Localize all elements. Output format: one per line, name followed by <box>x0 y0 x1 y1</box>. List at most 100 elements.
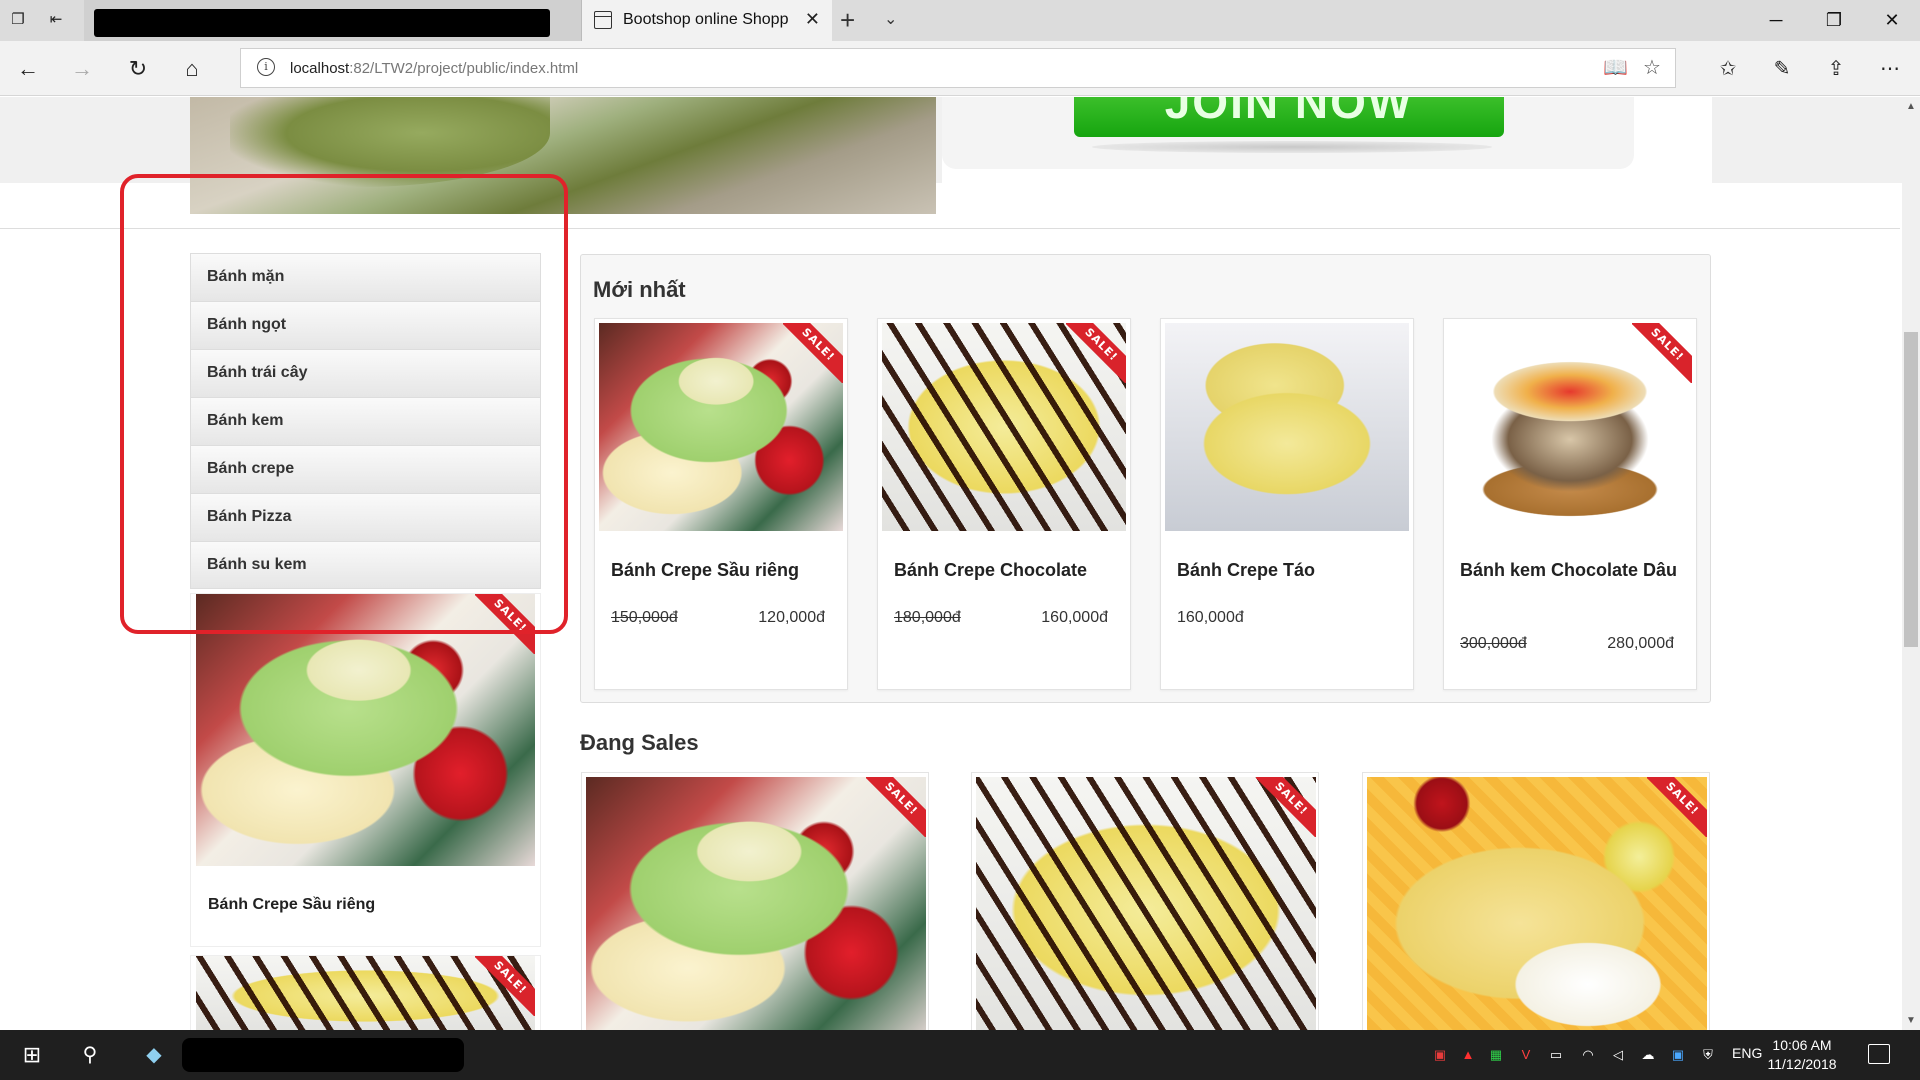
sale-badge: SALE! <box>866 777 926 837</box>
sale-badge: SALE! <box>1256 777 1316 837</box>
search-icon[interactable]: ⚲ <box>70 1030 110 1080</box>
product-image[interactable]: SALE! <box>882 323 1126 531</box>
home-icon[interactable]: ⌂ <box>176 53 208 85</box>
product-card[interactable]: SALE! Bánh Crepe Chocolate 180,000đ 160,… <box>877 318 1131 690</box>
battery-icon[interactable]: ▭ <box>1546 1045 1566 1065</box>
tab-localhost[interactable]: localhost <box>84 0 582 41</box>
set-aside-tabs-icon[interactable]: ⇤ <box>44 8 68 32</box>
reading-view-icon[interactable]: 📖 <box>1603 55 1628 80</box>
sale-badge: SALE! <box>475 956 535 1016</box>
sale-badge: SALE! <box>1066 323 1126 383</box>
product-image[interactable] <box>1165 323 1409 531</box>
site-info-icon[interactable]: i <box>257 58 275 76</box>
minimize-icon[interactable]: ─ <box>1756 6 1796 34</box>
clock-time: 10:06 AM <box>1772 1037 1832 1053</box>
tray-app-icon[interactable]: ▣ <box>1668 1045 1688 1065</box>
product-name[interactable]: Bánh Crepe Táo <box>1177 557 1403 583</box>
tray-app-icon[interactable]: V <box>1516 1045 1536 1065</box>
scroll-up-icon[interactable]: ▲ <box>1906 101 1916 112</box>
product-card[interactable]: SALE! Bánh kem Chocolate Dâu 300,000đ 28… <box>1443 318 1697 690</box>
favorites-hub-icon[interactable]: ✩ <box>1712 53 1744 85</box>
product-card[interactable]: Bánh Crepe Táo 160,000đ <box>1160 318 1414 690</box>
join-button-shadow <box>1092 141 1492 153</box>
onedrive-icon[interactable]: ☁ <box>1638 1045 1658 1065</box>
scroll-down-icon[interactable]: ▼ <box>1906 1015 1916 1026</box>
refresh-icon[interactable]: ↻ <box>122 53 154 85</box>
join-banner: JOIN NOW <box>942 97 1712 214</box>
product-image[interactable]: SALE! <box>1448 323 1692 531</box>
price: 160,000đ <box>1177 609 1244 626</box>
action-center-icon[interactable] <box>1868 1044 1890 1064</box>
sale-badge: SALE! <box>1632 323 1692 383</box>
join-now-button[interactable]: JOIN NOW <box>1074 97 1504 137</box>
url-path: :82/LTW2/project/public/index.html <box>349 60 579 77</box>
volume-icon[interactable]: ◁ <box>1608 1045 1628 1065</box>
address-bar[interactable]: i localhost:82/LTW2/project/public/index… <box>240 48 1676 88</box>
old-price: 300,000đ <box>1460 635 1527 652</box>
tray-app-icon[interactable]: ▦ <box>1486 1045 1506 1065</box>
product-image[interactable]: SALE! <box>196 594 535 866</box>
sidebar-featured-product[interactable]: SALE! Bánh Crepe Sầu riêng <box>190 593 541 947</box>
forward-icon[interactable]: → <box>66 53 98 85</box>
windows-taskbar: ⊞ ⚲ ◆ ▣ ▲ ▦ V ▭ ◠ ◁ ☁ ▣ ⛨ ENG 10:06 AM 1… <box>0 1030 1920 1080</box>
tray-app-icon[interactable]: ▣ <box>1430 1045 1450 1065</box>
url-text[interactable]: localhost:82/LTW2/project/public/index.h… <box>290 60 578 77</box>
price: 120,000đ <box>758 609 825 626</box>
old-price: 180,000đ <box>894 609 961 626</box>
scrollbar-thumb[interactable] <box>1904 332 1918 647</box>
sale-product-card[interactable]: SALE! <box>1362 772 1710 1030</box>
product-name[interactable]: Bánh kem Chocolate Dâu <box>1460 557 1686 583</box>
tab-title: Bootshop online Shopp <box>623 11 789 28</box>
product-card[interactable]: SALE! Bánh Crepe Sầu riêng 150,000đ 120,… <box>594 318 848 690</box>
product-image[interactable]: SALE! <box>976 777 1316 1030</box>
sale-product-card[interactable]: SALE! <box>581 772 929 1030</box>
price: 160,000đ <box>1041 609 1108 626</box>
close-window-icon[interactable]: ✕ <box>1872 6 1912 34</box>
sidebar-second-product[interactable]: SALE! <box>190 955 541 1030</box>
wifi-icon[interactable]: ◠ <box>1578 1045 1598 1065</box>
join-banner-panel: JOIN NOW <box>942 97 1634 169</box>
navigation-bar: ← → ↻ ⌂ i localhost:82/LTW2/project/publ… <box>0 41 1920 96</box>
share-icon[interactable]: ⇪ <box>1820 53 1852 85</box>
price: 280,000đ <box>1607 635 1674 652</box>
product-name[interactable]: Bánh Crepe Sầu riêng <box>208 896 375 914</box>
page-favicon-icon <box>594 11 612 29</box>
favorite-star-icon[interactable]: ☆ <box>1643 55 1661 80</box>
section-title-newest: Mới nhất <box>593 277 686 302</box>
tab-bar: ❐ ⇤ localhost Bootshop online Shopp ✕ + … <box>0 0 1920 41</box>
sale-product-card[interactable]: SALE! <box>971 772 1319 1030</box>
adobe-icon[interactable]: ▲ <box>1458 1045 1478 1065</box>
page-scrollbar[interactable]: ▲ ▼ <box>1902 97 1920 1030</box>
close-tab-icon[interactable]: ✕ <box>805 9 820 30</box>
join-now-lettering: JOIN NOW <box>1164 97 1414 128</box>
product-image[interactable]: SALE! <box>1367 777 1707 1030</box>
web-note-pen-icon[interactable]: ✎ <box>1766 53 1798 85</box>
tab-preview-chevron-icon[interactable]: ⌄ <box>884 9 897 29</box>
tab-bootshop[interactable]: Bootshop online Shopp ✕ <box>582 0 832 41</box>
pinned-app-icon[interactable]: ◆ <box>134 1030 174 1080</box>
product-name[interactable]: Bánh Crepe Sầu riêng <box>611 557 837 583</box>
product-image[interactable]: SALE! <box>599 323 843 531</box>
sale-badge: SALE! <box>783 323 843 383</box>
maximize-icon[interactable]: ❐ <box>1814 6 1854 34</box>
web-page: JOIN NOW Bánh mặn Bánh ngọt Bánh trái câ… <box>0 97 1920 1030</box>
defender-shield-icon[interactable]: ⛨ <box>1698 1045 1718 1065</box>
old-price: 150,000đ <box>611 609 678 626</box>
system-clock[interactable]: 10:06 AM 11/12/2018 <box>1762 1036 1842 1074</box>
new-tab-icon[interactable]: + <box>840 5 855 36</box>
tab-manager-icon[interactable]: ❐ <box>6 8 30 32</box>
input-language[interactable]: ENG <box>1732 1045 1762 1061</box>
redaction-mark <box>182 1038 464 1072</box>
product-name[interactable]: Bánh Crepe Chocolate <box>894 557 1120 583</box>
windows-start-icon[interactable]: ⊞ <box>12 1030 52 1080</box>
newest-products-panel: Mới nhất SALE! Bánh Crepe Sầu riêng 150,… <box>580 254 1711 703</box>
sale-badge: SALE! <box>1647 777 1707 837</box>
product-image[interactable]: SALE! <box>196 956 535 1030</box>
section-title-sales: Đang Sales <box>580 730 699 755</box>
redaction-mark <box>94 9 550 37</box>
highlight-annotation <box>120 174 568 634</box>
back-icon[interactable]: ← <box>12 53 44 85</box>
url-host: localhost <box>290 60 350 77</box>
more-menu-icon[interactable]: ⋯ <box>1874 53 1906 85</box>
product-image[interactable]: SALE! <box>586 777 926 1030</box>
